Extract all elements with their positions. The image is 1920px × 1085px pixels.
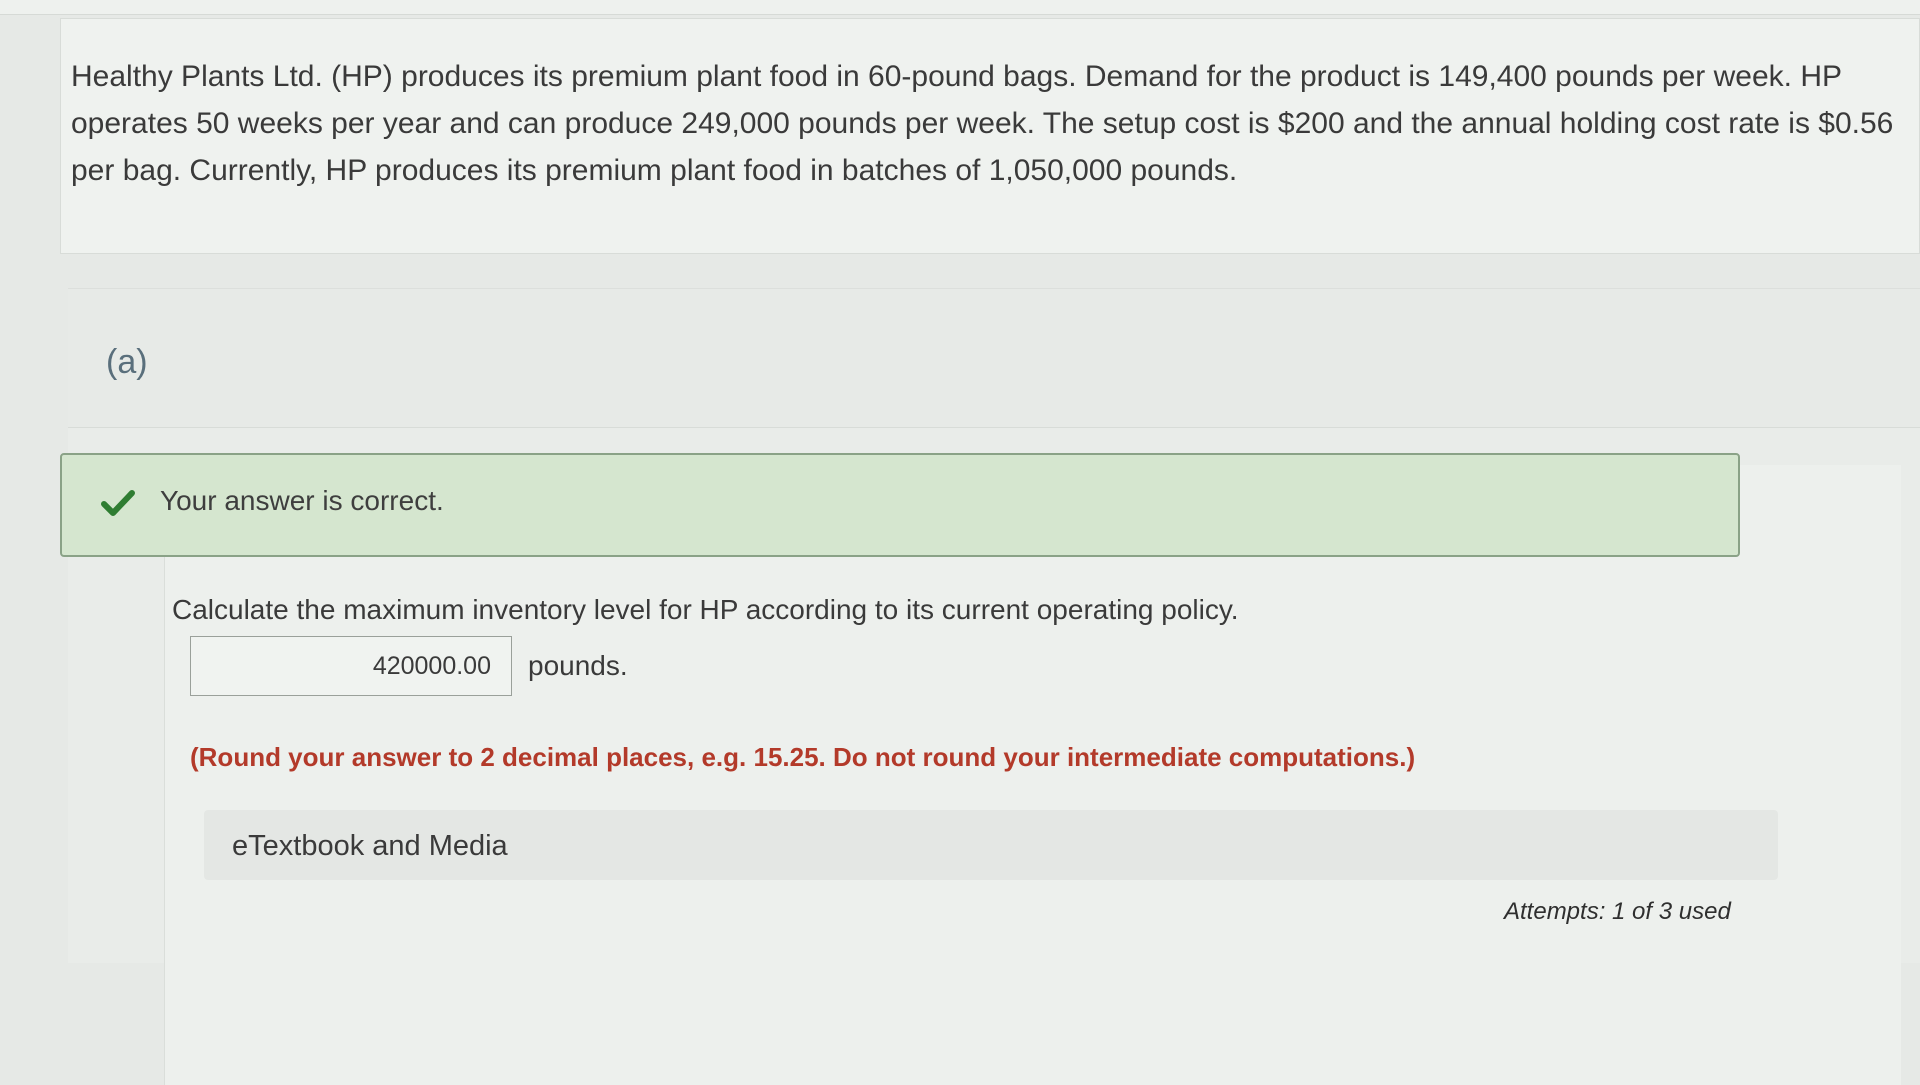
feedback-message: Your answer is correct. (160, 485, 444, 516)
unit-label: pounds. (528, 650, 628, 681)
question-prompt: Calculate the maximum inventory level fo… (172, 594, 1239, 625)
part-header: (a) (68, 289, 1920, 428)
check-icon (101, 490, 135, 516)
etextbook-media-label: eTextbook and Media (232, 830, 508, 862)
question-text: Healthy Plants Ltd. (HP) produces its pr… (71, 60, 1894, 187)
correct-answer-banner: Your answer is correct. (60, 453, 1740, 557)
question-card: Healthy Plants Ltd. (HP) produces its pr… (60, 18, 1920, 254)
attempts-counter: Attempts: 1 of 3 used (1504, 898, 1731, 925)
etextbook-media-link[interactable]: eTextbook and Media (204, 810, 1778, 880)
part-label: (a) (106, 343, 148, 381)
answer-panel (164, 465, 1901, 1085)
rounding-instruction: (Round your answer to 2 decimal places, … (190, 742, 1416, 772)
top-strip (0, 0, 1920, 15)
answer-input[interactable] (190, 636, 512, 696)
